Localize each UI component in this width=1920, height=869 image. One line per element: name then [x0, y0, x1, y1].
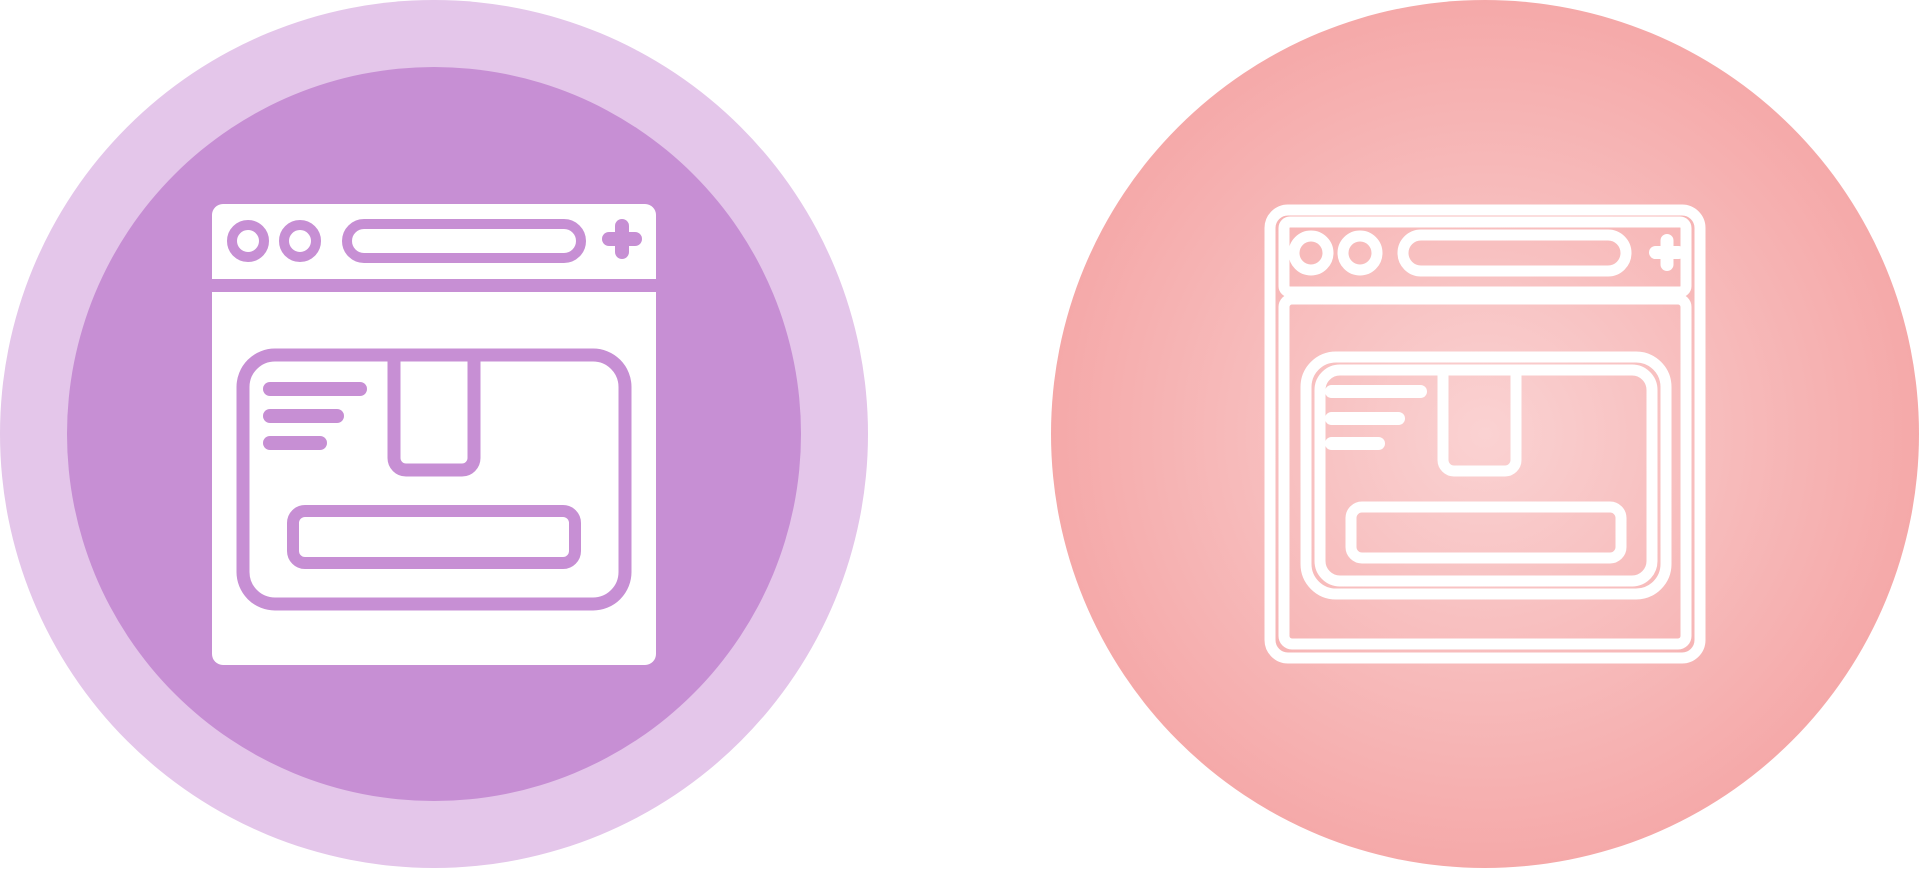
address-bar-icon [342, 219, 586, 263]
text-line-icon [263, 436, 327, 450]
window-dot-icon [279, 220, 321, 262]
icon-set-canvas [0, 0, 1920, 869]
text-line-icon [1325, 385, 1427, 398]
input-field-icon [287, 505, 581, 569]
text-line-icon [1325, 412, 1405, 425]
text-line-icon [263, 409, 344, 423]
badge-disc [1051, 0, 1919, 868]
text-line-icon [263, 382, 367, 396]
toolbar-divider [212, 279, 656, 292]
web-browser-glyph-icon [0, 0, 869, 869]
text-line-icon [1325, 437, 1385, 450]
window-dot-icon [227, 220, 269, 262]
web-browser-outline-icon [1051, 0, 1920, 869]
